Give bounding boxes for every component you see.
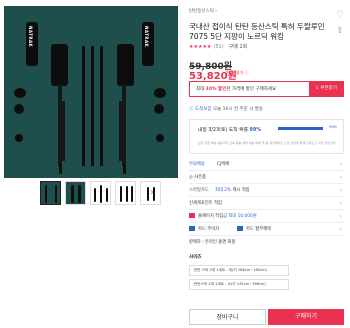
sale-price-note[interactable]: 쿠폰적용가 ⓘ	[225, 70, 249, 76]
delivery-note: 모든 다른 배송 배송까지 신속 배송 예약 배송 택배 책 등 레디케이트 도…	[198, 141, 337, 145]
share-icon[interactable]: ⇪	[334, 24, 346, 40]
heart-icon[interactable]: ♡	[334, 8, 346, 24]
reward-icon	[189, 213, 195, 218]
row-installment[interactable]: 카드 무이자 카드 할부혜택 ›	[189, 223, 344, 236]
accessory-left-1	[14, 88, 26, 98]
delivery-probability-bar	[278, 127, 323, 130]
delivery-probability-fill	[278, 127, 323, 130]
card-icon	[189, 226, 195, 231]
thumbnail-next-icon[interactable]: ›	[147, 186, 157, 200]
coupon-download-button[interactable]: ⇩ 쿠폰받기	[309, 82, 343, 96]
accessory-left-2	[14, 104, 24, 114]
row-reward[interactable]: 홈페이지 적립금 최대 10,000원 ›	[189, 210, 344, 223]
thumbnail-3[interactable]	[90, 181, 111, 205]
row-card-cashback[interactable]: 스마일카드 최대 2% 캐시 적립 ›	[189, 184, 344, 197]
left-shaft-2	[62, 101, 65, 161]
benefit-rows: 무료배송 CJ택배 › ◎ 사은품 › 스마일카드 최대 2% 캐시 적립 › 신세계포인…	[189, 158, 344, 249]
coupon-text: 최대 10% 할인된 가격에 할인 구매하세요	[196, 87, 277, 92]
delivery-probability-box: 내일 3/23(토) 도착 확률 99% 99% 모든 다른 배송 배송까지 신…	[189, 119, 344, 154]
option-label: 사이즈	[189, 255, 202, 260]
buy-now-button[interactable]: 구매하기	[268, 309, 344, 325]
left-tip	[59, 164, 62, 174]
thumbnail-strip	[40, 181, 161, 205]
right-shaft	[122, 84, 126, 166]
right-tip	[123, 164, 126, 174]
thumbnail-2[interactable]	[65, 181, 86, 205]
purchase-count: 구매 2회	[228, 44, 248, 50]
card-benefit-icon	[237, 226, 243, 231]
accessory-left-3	[15, 134, 23, 142]
shipping-cutoff-text: 오늘 16시 전 주문 시 발송	[212, 107, 264, 112]
coupon-banner: 최대 10% 할인된 가격에 할인 구매하세요 ⇩ 쿠폰받기	[189, 81, 344, 97]
shipping-line: ⓘ 도착보장 오늘 16시 전 주문 시 발송	[189, 106, 263, 112]
chevron-right-icon: ›	[339, 174, 342, 181]
right-grip	[117, 44, 134, 86]
right-strap-text: NATRAK	[144, 26, 149, 48]
rating-count[interactable]: (51)	[213, 44, 223, 50]
row-point[interactable]: 신세계포인트 적립 ›	[189, 197, 344, 210]
accessory-right-1	[154, 88, 166, 98]
add-to-cart-button[interactable]: 장바구니	[189, 309, 266, 325]
chevron-right-icon: ›	[339, 161, 342, 168]
chevron-right-icon: ›	[339, 226, 342, 233]
chevron-right-icon: ›	[339, 187, 342, 194]
center-section-3	[100, 46, 103, 166]
delivery-probability-label: 99%	[329, 125, 337, 129]
row-gift[interactable]: ◎ 사은품 ›	[189, 171, 344, 184]
product-title: 국내산 접이식 탄탄 등산스틱 특허 두랄루민 7075 5단 지팡이 노르딕 …	[189, 22, 325, 41]
center-section-1	[82, 46, 85, 166]
star-icons: ★★★★★	[189, 44, 212, 50]
center-section-2	[91, 46, 94, 166]
left-strap-text: NATRAK	[28, 26, 33, 48]
left-grip	[51, 44, 68, 86]
option-item-small[interactable]: 탄탄스틱 2개 1세트 - 소(키 145cm~166cm)	[189, 279, 289, 290]
right-shaft-2	[119, 101, 122, 161]
accessory-right-3	[156, 134, 164, 142]
row-shipping[interactable]: 무료배송 CJ택배 ›	[189, 158, 344, 171]
option-item-large[interactable]: 탄탄 스틱 2개 1세트 - 대(키 166cm~180cm)	[189, 265, 289, 276]
action-icons: ♡ ⇪	[334, 8, 346, 40]
product-main-image: NATRAK NATRAK	[4, 6, 178, 178]
accessory-right-2	[154, 104, 164, 114]
brand-link[interactable]: 탄탄등산스틱 ›	[189, 8, 217, 14]
row-seller: 판매자 : 온라인 홈앤 회원	[189, 240, 236, 245]
thumbnail-1[interactable]	[40, 181, 61, 205]
rating: ★★★★★ (51) 구매 2회	[189, 43, 247, 50]
chevron-right-icon: ›	[339, 213, 342, 220]
arrival-guarantee-tag[interactable]: ⓘ 도착보장	[189, 107, 212, 112]
delivery-probability-text: 내일 3/23(토) 도착 확률 99%	[198, 128, 261, 133]
chevron-right-icon: ›	[339, 200, 342, 207]
thumbnail-4[interactable]	[115, 181, 136, 205]
